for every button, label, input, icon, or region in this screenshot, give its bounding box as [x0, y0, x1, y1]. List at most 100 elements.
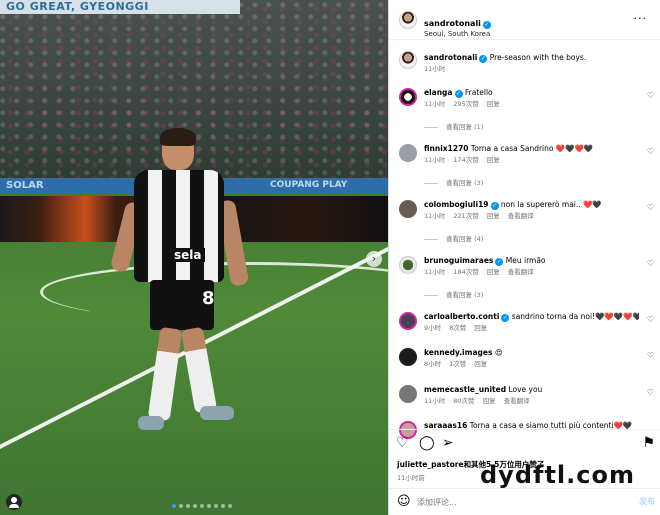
comment-text: Love you [508, 385, 543, 394]
comment-like-icon[interactable]: ♡ [647, 91, 654, 100]
comment-time: 11小时 [424, 100, 446, 108]
like-icon[interactable]: ♡ [396, 435, 409, 451]
comment: memecastle_united Love you 11小时 80次赞 回复 查看翻译 [424, 384, 639, 405]
verified-badge-icon: ✓ [454, 90, 463, 98]
reply-button[interactable]: 回复 [474, 324, 487, 332]
comment-username[interactable]: kennedy.images [424, 348, 492, 357]
comment: kennedy.images 😍 8小时 1次赞 回复 [424, 347, 639, 368]
next-media-button[interactable]: › [366, 251, 382, 267]
avatar[interactable] [399, 348, 417, 366]
avatar[interactable] [399, 11, 417, 29]
comment-username[interactable]: colombogiuli19 [424, 200, 489, 209]
reply-button[interactable]: 回复 [483, 397, 496, 405]
player-figure: sela 8 [109, 128, 252, 440]
player-boot [138, 416, 164, 430]
comment-like-icon[interactable]: ♡ [647, 388, 654, 397]
player-boot [200, 406, 234, 420]
comment: colombogiuli19 ✓ non la supererò mai.. ❤️… [424, 199, 639, 220]
avatar[interactable] [399, 88, 417, 106]
carousel-indicator [172, 504, 232, 508]
caption-time: 11小时 [424, 65, 446, 73]
comment-bar: ☺ 发布 [389, 488, 660, 515]
comment-like-icon[interactable]: ♡ [647, 315, 654, 324]
player-hair [160, 128, 196, 146]
comment-username[interactable]: carloalberto.conti [424, 312, 499, 321]
carousel-dot [228, 504, 232, 508]
comment-icon[interactable]: ◯ [419, 435, 435, 451]
comment-like-icon[interactable]: ♡ [647, 259, 654, 268]
reply-button[interactable]: 回复 [487, 156, 500, 164]
comment-like-count[interactable]: 184次赞 [453, 268, 478, 276]
comment-like-count[interactable]: 80次赞 [453, 397, 474, 405]
carousel-dot [207, 504, 211, 508]
comment-username[interactable]: brunoguimaraes [424, 256, 493, 265]
header-username[interactable]: sandrotonali [424, 19, 481, 28]
post-media[interactable]: GO GREAT, GYEONGGI SOLAR COUPANG PLAY se… [0, 0, 388, 515]
player-leg [180, 326, 218, 414]
avatar[interactable] [399, 385, 417, 403]
avatar[interactable] [399, 51, 417, 69]
caption: sandrotonali ✓ Pre-season with the boys. … [424, 52, 586, 73]
comment-text: non la supererò mai.. ❤️🖤 [500, 200, 602, 209]
ad-board-left-text: SOLAR [6, 180, 44, 191]
carousel-dot [200, 504, 204, 508]
player-shirt: sela [134, 170, 224, 282]
post-header: sandrotonali ✓ Seoul, South Korea ··· [389, 0, 660, 40]
view-replies-button[interactable]: 查看回复 (1) [424, 121, 483, 131]
comment-username[interactable]: elanga [424, 88, 453, 97]
comment-like-count[interactable]: 174次赞 [453, 156, 478, 164]
translate-button[interactable]: 查看翻译 [508, 268, 534, 276]
comment-text: 😍 [494, 348, 503, 357]
verified-badge-icon: ✓ [501, 314, 510, 322]
view-replies-button[interactable]: 查看回复 (3) [424, 289, 483, 299]
avatar[interactable] [399, 312, 417, 330]
reply-button[interactable]: 回复 [487, 268, 500, 276]
ad-board-right-text: COUPANG PLAY [270, 180, 348, 190]
comment-like-icon[interactable]: ♡ [647, 351, 654, 360]
comment: brunoguimaraes ✓ Meu irmão 11小时 184次赞 回复 查看翻译 [424, 255, 639, 276]
shirt-sponsor: sela [171, 248, 205, 262]
view-replies-button[interactable]: 查看回复 (3) [424, 177, 483, 187]
reply-button[interactable]: 回复 [474, 360, 487, 368]
watermark: dydftl.com [480, 461, 635, 489]
verified-badge-icon: ✓ [479, 55, 488, 63]
comment-like-count[interactable]: 221次赞 [453, 212, 478, 220]
avatar[interactable] [399, 200, 417, 218]
comment-like-icon[interactable]: ♡ [647, 147, 654, 156]
share-icon[interactable]: ➢ [442, 435, 454, 451]
comment-like-count[interactable]: 8次赞 [449, 324, 466, 332]
comment-time: 11小时 [424, 268, 446, 276]
save-icon[interactable]: ⚑ [642, 435, 655, 451]
post-button[interactable]: 发布 [639, 496, 655, 507]
more-options-icon[interactable]: ··· [634, 12, 648, 25]
avatar[interactable] [399, 256, 417, 274]
translate-button[interactable]: 查看翻译 [504, 397, 530, 405]
comment-text: sandrino torna da noi!🖤❤️🖤❤️🖤 [511, 312, 639, 321]
comment: carloalberto.conti ✓ sandrino torna da no… [424, 311, 639, 332]
reply-button[interactable]: 回复 [487, 212, 500, 220]
carousel-dot [193, 504, 197, 508]
comment-like-icon[interactable]: ♡ [647, 203, 654, 212]
emoji-icon[interactable]: ☺ [397, 494, 411, 509]
shorts-number: 8 [202, 288, 215, 309]
carousel-dot [214, 504, 218, 508]
comment-username[interactable]: memecastle_united [424, 385, 506, 394]
comment-username[interactable]: finnix1270 [424, 144, 469, 153]
stadium-banner: GO GREAT, GYEONGGI [0, 0, 240, 14]
comment-like-count[interactable]: 1次赞 [449, 360, 466, 368]
comment-input[interactable] [417, 495, 607, 509]
tagged-users-icon[interactable] [6, 494, 22, 510]
translate-button[interactable]: 查看翻译 [508, 212, 534, 220]
player-leg [147, 326, 183, 422]
view-replies-button[interactable]: 查看回复 (4) [424, 233, 483, 243]
likes-user[interactable]: juliette_pastore [397, 460, 464, 469]
action-bar: ♡ ◯ ➢ ⚑ [389, 429, 660, 457]
avatar[interactable] [399, 144, 417, 162]
location-link[interactable]: Seoul, South Korea [424, 30, 491, 38]
comment-time: 11小时 [424, 397, 446, 405]
comment-like-count[interactable]: 295次赞 [453, 100, 478, 108]
reply-button[interactable]: 回复 [487, 100, 500, 108]
caption-username[interactable]: sandrotonali [424, 53, 477, 62]
comment-time: 8小时 [424, 360, 442, 368]
carousel-dot [179, 504, 183, 508]
